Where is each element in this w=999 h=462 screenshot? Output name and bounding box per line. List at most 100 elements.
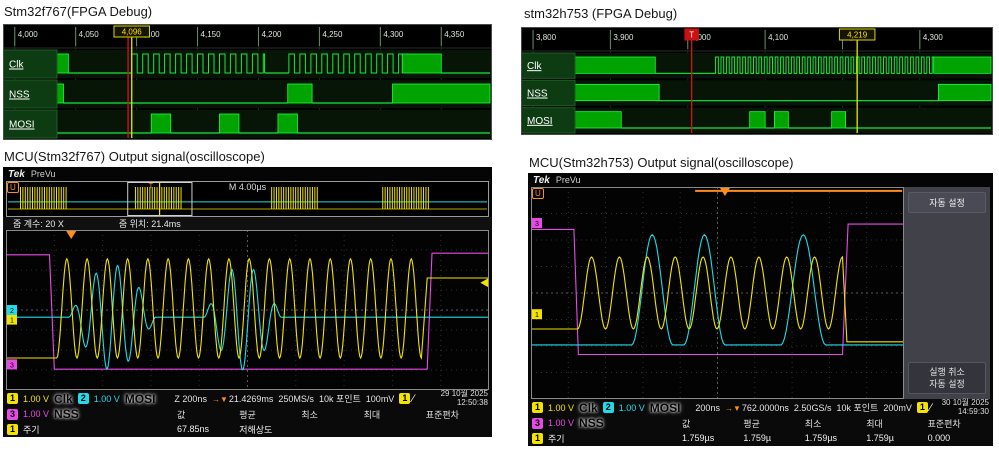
meas-value: 67.85ns xyxy=(177,424,210,434)
fpga-left-waveform-svg: 4,0004,0504,1004,1504,2004,2504,3004,350… xyxy=(3,24,492,140)
meas-mean: 1.759µ xyxy=(743,433,772,443)
svg-text:3: 3 xyxy=(535,221,539,228)
annotation-mosi: MOSI xyxy=(649,400,681,415)
delay-icon: →▼ xyxy=(211,394,228,404)
oscilloscope-h753: Tek PreVu U 13 자동 설정 실행 취소 자동 설정 1 1.00 … xyxy=(528,173,993,446)
annotation-nss: NSS xyxy=(54,407,79,421)
graticule-area: 1 2 3 xyxy=(6,230,489,390)
graticule-svg: 1 2 3 xyxy=(6,230,489,390)
trigger-source-badge: 1 xyxy=(916,402,928,413)
annotation-clk: Clk xyxy=(579,400,598,415)
graticule-svg: 13 xyxy=(531,187,904,399)
fpga-debug-panel-h753: 3,8003,9004,0004,1004,2004,300ClkNSSMOSI… xyxy=(521,27,993,135)
ch1-badge: 1 xyxy=(7,393,18,404)
ch2-badge: 2 xyxy=(77,393,89,404)
zoom-factor-label: 줌 계수: 20 X xyxy=(13,219,64,229)
zoom-timebase-readout: Z 200ns xyxy=(174,393,207,404)
meas-mean: 저해상도 xyxy=(239,424,273,435)
trigger-level-readout: 100mV xyxy=(365,393,395,404)
svg-text:3: 3 xyxy=(10,362,14,369)
scope-right-title: MCU(Stm32h753) Output signal(oscilloscop… xyxy=(529,155,794,170)
readout-bar: 1 1.00 V Clk 2 1.00 V MOSI Z 200ns →▼21.… xyxy=(3,389,492,407)
main-timebase-label: M 4.00µs xyxy=(225,182,270,192)
tek-logo: Tek xyxy=(533,174,550,186)
sample-rate-readout: 250MS/s xyxy=(278,393,314,404)
zoom-info-bar: 줌 계수: 20 X 줌 위치: 21.4ms xyxy=(3,217,492,230)
measure-value-row: 1 주기 67.85ns 저해상도 xyxy=(3,421,492,437)
delay-readout: →▼21.4269ms xyxy=(211,393,274,404)
wave-inspector-icon: U xyxy=(7,182,19,193)
col-mean: 평균 xyxy=(239,409,256,420)
meas-src-badge: 1 xyxy=(532,432,543,444)
readout-bar: 1 1.00 V Clk 2 1.00 V MOSI 200ns →▼762.0… xyxy=(528,398,993,416)
acq-mode: PreVu xyxy=(555,175,581,185)
signal-name[interactable]: Clk xyxy=(527,61,542,72)
ruler-label: 4,200 xyxy=(261,30,282,39)
ruler-label: 4,350 xyxy=(444,30,465,39)
meas-min: 1.759µs xyxy=(804,433,838,443)
ch2-scale: 1.00 V xyxy=(618,402,645,413)
autoset-button[interactable]: 자동 설정 xyxy=(908,192,986,213)
ch1-scale: 1.00 V xyxy=(548,402,575,413)
scope-header: Tek PreVu xyxy=(528,173,993,187)
ch3-badge: 3 xyxy=(7,408,18,420)
undo-autoset-button[interactable]: 실행 취소 자동 설정 xyxy=(908,361,986,394)
scope-header: Tek PreVu xyxy=(3,167,492,181)
ch2-badge: 2 xyxy=(602,402,614,413)
scope-left-title: MCU(Stm32f767) Output signal(oscilloscop… xyxy=(4,149,265,164)
meas-value: 1.759µs xyxy=(682,433,715,443)
meas-name: 주기 xyxy=(23,424,40,435)
ch3-badge: 3 xyxy=(532,417,543,429)
time-label: 14:59:30 xyxy=(957,406,989,416)
ch3-scale: 1.00 V xyxy=(548,418,575,428)
signal-name[interactable]: MOSI xyxy=(527,116,553,127)
scope-screen: 13 자동 설정 실행 취소 자동 설정 xyxy=(531,187,990,399)
annotation-mosi: MOSI xyxy=(124,391,156,406)
side-menu: 자동 설정 실행 취소 자동 설정 xyxy=(904,187,990,399)
timebase-readout: 200ns xyxy=(695,402,720,413)
col-max: 최대 xyxy=(363,409,381,420)
svg-text:1: 1 xyxy=(10,318,14,325)
col-mean: 평균 xyxy=(743,418,760,429)
svg-text:T: T xyxy=(149,183,154,190)
menu-spacer xyxy=(908,217,986,358)
ruler-label: 4,050 xyxy=(79,30,100,39)
datetime: 30 10월 2025 14:59:30 xyxy=(942,398,989,416)
signal-name[interactable]: NSS xyxy=(527,89,548,100)
svg-text:2: 2 xyxy=(10,308,14,315)
col-min: 최소 xyxy=(301,409,318,420)
sample-rate-readout: 2.50GS/s xyxy=(793,402,832,413)
delay-icon: →▼ xyxy=(724,403,741,413)
wave-inspector-icon: U xyxy=(532,188,544,199)
time-label: 12:50:38 xyxy=(456,397,488,407)
col-max: 최대 xyxy=(866,418,883,429)
datetime: 29 10월 2025 12:50:38 xyxy=(441,389,488,407)
zoom-position-label: 줌 위치: 21.4ms xyxy=(118,219,181,229)
trigger-slope-icon: ∕ xyxy=(929,401,932,414)
delay-readout: →▼762.0000ns xyxy=(724,402,789,413)
svg-text:1: 1 xyxy=(535,312,539,319)
trigger-slope-icon: ∕ xyxy=(412,392,415,405)
graticule-area: 13 xyxy=(531,187,904,399)
signal-name[interactable]: MOSI xyxy=(9,120,35,131)
overview-strip: T M 4.00µs xyxy=(6,181,489,217)
ch1-scale: 1.00 V xyxy=(23,393,50,404)
fpga-right-title: stm32h753 (FPGA Debug) xyxy=(524,6,678,21)
ruler-label: 4,150 xyxy=(201,30,222,39)
measure-header-row: 3 1.00 V NSS 값 평균 최소 최대 표준편차 xyxy=(528,416,993,430)
record-length-readout: 10k 포인트 xyxy=(318,394,361,404)
ruler-label: 4,000 xyxy=(18,30,39,39)
signal-name[interactable]: Clk xyxy=(9,60,24,71)
marker-label: 4,219 xyxy=(847,31,868,40)
ruler-label: 3,900 xyxy=(613,33,634,42)
fpga-left-title: Stm32f767(FPGA Debug) xyxy=(4,4,153,19)
fpga-right-waveform-svg: 3,8003,9004,0004,1004,2004,300ClkNSSMOSI… xyxy=(521,27,993,135)
ch3-scale: 1.00 V xyxy=(23,409,50,419)
ch2-scale: 1.00 V xyxy=(93,393,120,404)
tek-logo: Tek xyxy=(8,168,25,180)
signal-name[interactable]: NSS xyxy=(9,90,30,101)
acq-mode: PreVu xyxy=(30,169,56,179)
meas-stddev: 0.000 xyxy=(927,433,951,443)
ch1-badge: 1 xyxy=(532,402,543,413)
trigger-level-readout: 200mV xyxy=(883,402,912,413)
